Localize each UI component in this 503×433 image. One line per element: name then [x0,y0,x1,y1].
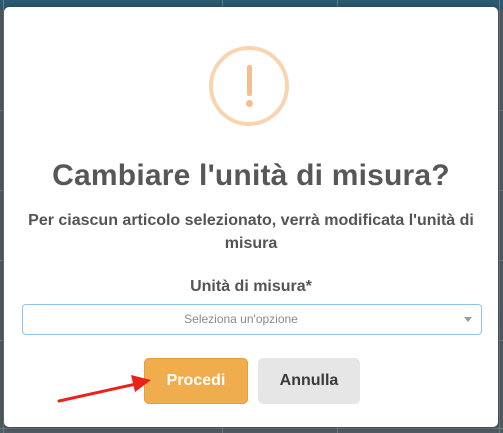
chevron-down-icon [464,317,472,322]
warning-icon [209,46,289,126]
dialog-title: Cambiare l'unità di misura? [52,159,450,192]
confirm-button[interactable]: Procedi [144,358,248,404]
unit-of-measure-label: Unità di misura* [190,278,312,295]
select-placeholder: Seleziona un'opzione [184,312,298,326]
confirmation-dialog: Cambiare l'unità di misura? Per ciascun … [4,7,498,427]
unit-of-measure-select[interactable]: Seleziona un'opzione [22,304,482,335]
cancel-button[interactable]: Annulla [258,358,360,404]
dialog-message: Per ciascun articolo selezionato, verrà … [28,212,474,252]
